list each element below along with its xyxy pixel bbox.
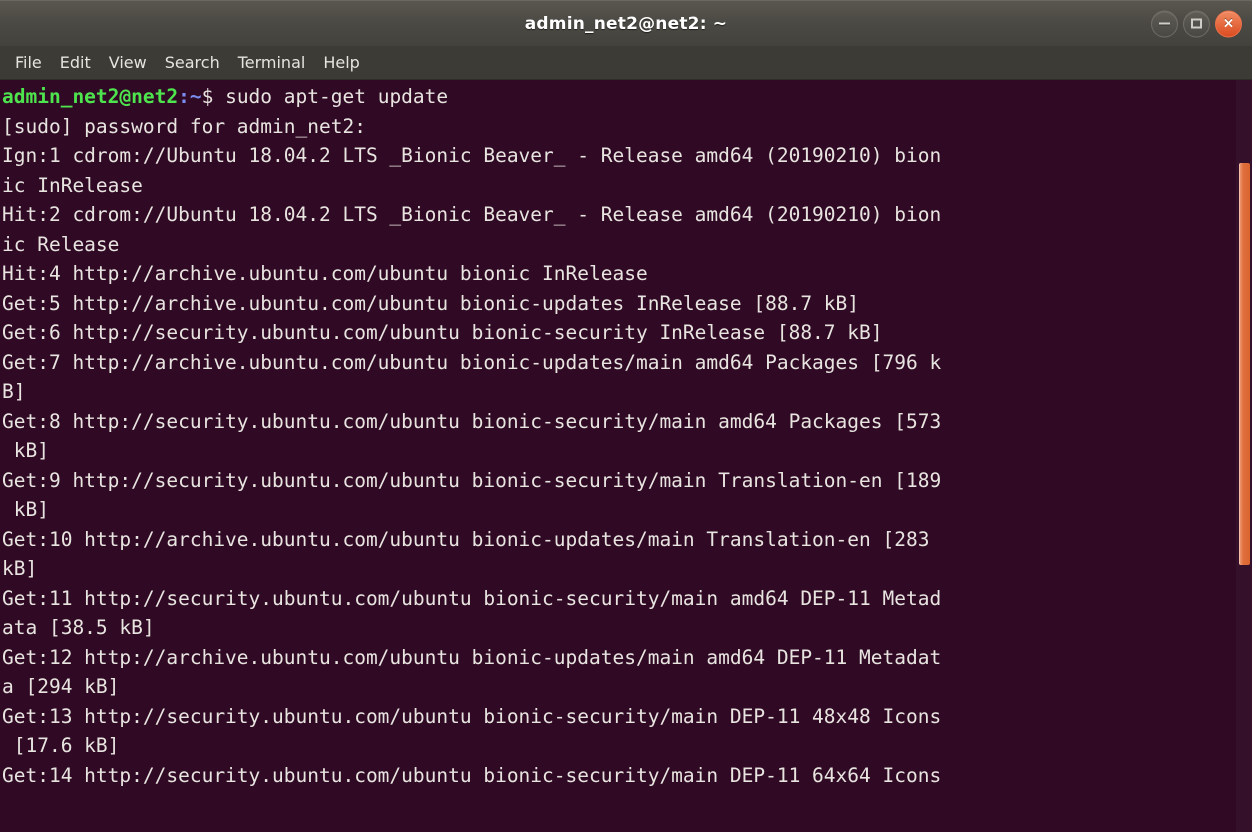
menu-item-terminal[interactable]: Terminal <box>229 50 315 75</box>
terminal-line: Get:8 http://security.ubuntu.com/ubuntu … <box>2 409 942 433</box>
terminal-line: ic InRelease <box>2 173 143 197</box>
terminal-line: ic Release <box>2 232 120 256</box>
minimize-button[interactable] <box>1151 10 1178 37</box>
terminal-line: Get:13 http://security.ubuntu.com/ubuntu… <box>2 704 942 728</box>
terminal-line: kB] <box>2 498 49 521</box>
close-button[interactable]: × <box>1215 10 1242 37</box>
prompt-path: :~ <box>178 85 202 108</box>
minimize-icon <box>1159 22 1170 25</box>
terminal-line: Get:14 http://security.ubuntu.com/ubuntu… <box>2 763 942 787</box>
terminal-line: [sudo] password for admin_net2: <box>2 114 366 138</box>
terminal-line: Hit:4 http://archive.ubuntu.com/ubuntu b… <box>2 262 648 285</box>
terminal-line: kB] <box>2 439 49 462</box>
terminal-output-lines: [sudo] password for admin_net2: Ign:1 cdr… <box>2 112 1252 791</box>
close-icon: × <box>1222 15 1235 32</box>
scrollbar-track[interactable] <box>1236 80 1252 832</box>
prompt-user-host: admin_net2@net2 <box>2 85 179 108</box>
terminal-line: Get:5 http://archive.ubuntu.com/ubuntu b… <box>2 291 860 315</box>
terminal-window: admin_net2@net2: ~ × File Edit View Sear… <box>0 0 1252 832</box>
terminal-line: Ign:1 cdrom://Ubuntu 18.04.2 LTS _Bionic… <box>2 144 942 167</box>
terminal-prompt-line: admin_net2@net2:~$ sudo apt-get update <box>2 82 1252 112</box>
terminal-line: Get:6 http://security.ubuntu.com/ubuntu … <box>2 321 883 344</box>
window-controls: × <box>1151 10 1242 37</box>
terminal-line: kB] <box>2 557 38 580</box>
menu-item-file[interactable]: File <box>6 50 51 75</box>
menu-item-view[interactable]: View <box>100 50 156 75</box>
terminal-output-area[interactable]: admin_net2@net2:~$ sudo apt-get update [… <box>0 80 1252 832</box>
prompt-command: sudo apt-get update <box>225 85 449 108</box>
terminal-line: Get:9 http://security.ubuntu.com/ubuntu … <box>2 468 942 492</box>
menu-item-help[interactable]: Help <box>314 50 368 75</box>
terminal-line: Get:10 http://archive.ubuntu.com/ubuntu … <box>2 527 930 551</box>
maximize-button[interactable] <box>1183 10 1210 37</box>
terminal-line: Hit:2 cdrom://Ubuntu 18.04.2 LTS _Bionic… <box>2 203 942 226</box>
menu-item-edit[interactable]: Edit <box>51 50 100 75</box>
terminal-screen: admin_net2@net2:~$ sudo apt-get update [… <box>0 80 1252 790</box>
terminal-line: B] <box>2 380 26 403</box>
terminal-line: [17.6 kB] <box>2 734 120 757</box>
menu-bar: File Edit View Search Terminal Help <box>0 46 1252 80</box>
window-title: admin_net2@net2: ~ <box>524 13 728 34</box>
terminal-line: Get:12 http://archive.ubuntu.com/ubuntu … <box>2 645 942 669</box>
prompt-symbol: $ <box>201 85 226 108</box>
terminal-line: Get:7 http://archive.ubuntu.com/ubuntu b… <box>2 350 942 374</box>
scrollbar-thumb[interactable] <box>1239 163 1250 565</box>
terminal-line: a [294 kB] <box>2 675 120 698</box>
maximize-icon <box>1191 18 1202 29</box>
title-bar[interactable]: admin_net2@net2: ~ × <box>0 0 1252 46</box>
menu-item-search[interactable]: Search <box>156 50 229 75</box>
terminal-line: Get:11 http://security.ubuntu.com/ubuntu… <box>2 586 942 610</box>
terminal-line: ata [38.5 kB] <box>2 616 155 639</box>
